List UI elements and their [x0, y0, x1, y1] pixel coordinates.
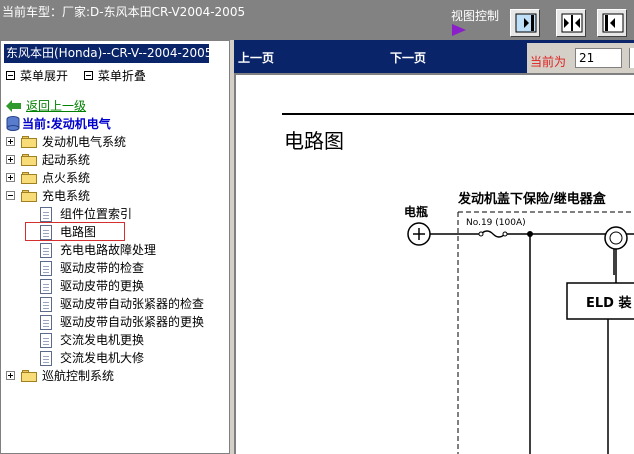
current-node-label: 当前:发动机电气: [22, 117, 111, 131]
eld-label: ELD 装: [586, 295, 631, 311]
prev-page-link[interactable]: 上一页: [238, 49, 274, 66]
page-nav-bar: 上一页 下一页 当前为: [234, 40, 634, 73]
menu-expand-icon: [6, 71, 15, 80]
hide-right-pane-icon: [602, 13, 624, 33]
collapse-minus-icon[interactable]: [6, 191, 15, 200]
go-page-button[interactable]: [629, 48, 634, 68]
folder-icon: [21, 154, 37, 166]
next-page-link[interactable]: 下一页: [390, 49, 426, 66]
expand-plus-icon[interactable]: [6, 173, 15, 182]
tree-doc-label: 驱动皮带自动张紧器的更换: [60, 315, 205, 329]
folder-open-icon: [21, 190, 37, 202]
car-model-header: 东风本田(Honda)--CR-V--2004-2005: [4, 44, 209, 63]
document-page: 电路图 发动机盖下保险/继电器盒 电瓶 No.19 (100A) ELD 装: [236, 75, 634, 454]
document-viewer: 电路图 发动机盖下保险/继电器盒 电瓶 No.19 (100A) ELD 装: [234, 73, 634, 454]
back-arrow-icon: [6, 100, 21, 112]
page-number-input[interactable]: [575, 48, 622, 68]
folder-icon: [21, 172, 37, 184]
tree-doc-label: 驱动皮带自动张紧器的检查: [60, 297, 205, 311]
sidebar: 东风本田(Honda)--CR-V--2004-2005 菜单展开 菜单折叠 返…: [0, 40, 230, 454]
document-icon: [40, 333, 52, 348]
tree-folder-label: 发动机电气系统: [42, 135, 127, 149]
tree-doc-label: 充电电路故障处理: [60, 243, 157, 257]
fuse-label: No.19 (100A): [466, 218, 526, 228]
expand-plus-icon[interactable]: [6, 155, 15, 164]
database-icon: [6, 116, 20, 131]
selection-highlight: [25, 222, 125, 241]
document-icon: [40, 243, 52, 258]
document-icon: [40, 279, 52, 294]
expand-plus-icon[interactable]: [6, 137, 15, 146]
tree-doc-label: 驱动皮带的检查: [60, 261, 145, 275]
page-indicator: 当前为: [527, 43, 634, 73]
split-view-icon: [561, 13, 583, 33]
document-icon: [40, 351, 52, 366]
tree-folder-label: 巡航控制系统: [42, 369, 115, 383]
menu-collapse-button[interactable]: 菜单折叠: [98, 69, 146, 83]
tree-doc-label: 交流发电机更换: [60, 333, 145, 347]
split-view-button[interactable]: [556, 9, 586, 37]
document-icon: [40, 207, 52, 222]
menu-controls: 菜单展开 菜单折叠: [6, 67, 158, 83]
fuse-box-label: 发动机盖下保险/继电器盒: [457, 191, 607, 207]
back-link-label: 返回上一级: [26, 99, 87, 113]
tree-doc-label: 交流发电机大修: [60, 351, 145, 365]
tree-doc-label: 组件位置索引: [60, 207, 133, 221]
folder-icon: [21, 136, 37, 148]
hide-left-pane-icon: [515, 13, 537, 33]
tree-folder-label: 充电系统: [42, 189, 91, 203]
tree-doc-label: 驱动皮带的更换: [60, 279, 145, 293]
current-page-label: 当前为: [530, 55, 567, 69]
title-bar: 当前车型：厂家:D-东风本田CR-V2004-2005 视图控制: [0, 0, 634, 40]
menu-collapse-icon: [83, 71, 93, 80]
tree-folder-label: 点火系统: [42, 171, 91, 185]
document-icon: [40, 297, 52, 312]
document-icon: [40, 315, 52, 330]
hide-left-pane-button[interactable]: [510, 9, 540, 37]
window-title: 当前车型：厂家:D-东风本田CR-V2004-2005: [2, 5, 246, 19]
expand-plus-icon[interactable]: [6, 371, 15, 380]
view-control-label: 视图控制: [451, 9, 500, 23]
menu-expand-button[interactable]: 菜单展开: [20, 69, 68, 83]
play-arrow-icon: [452, 24, 466, 36]
hide-right-pane-button[interactable]: [597, 9, 627, 37]
document-icon: [40, 261, 52, 276]
folder-icon: [21, 370, 37, 382]
tree-folder-label: 起动系统: [42, 153, 91, 167]
circuit-diagram: 发动机盖下保险/继电器盒 电瓶 No.19 (100A) ELD 装: [404, 191, 634, 454]
battery-label: 电瓶: [404, 204, 428, 219]
